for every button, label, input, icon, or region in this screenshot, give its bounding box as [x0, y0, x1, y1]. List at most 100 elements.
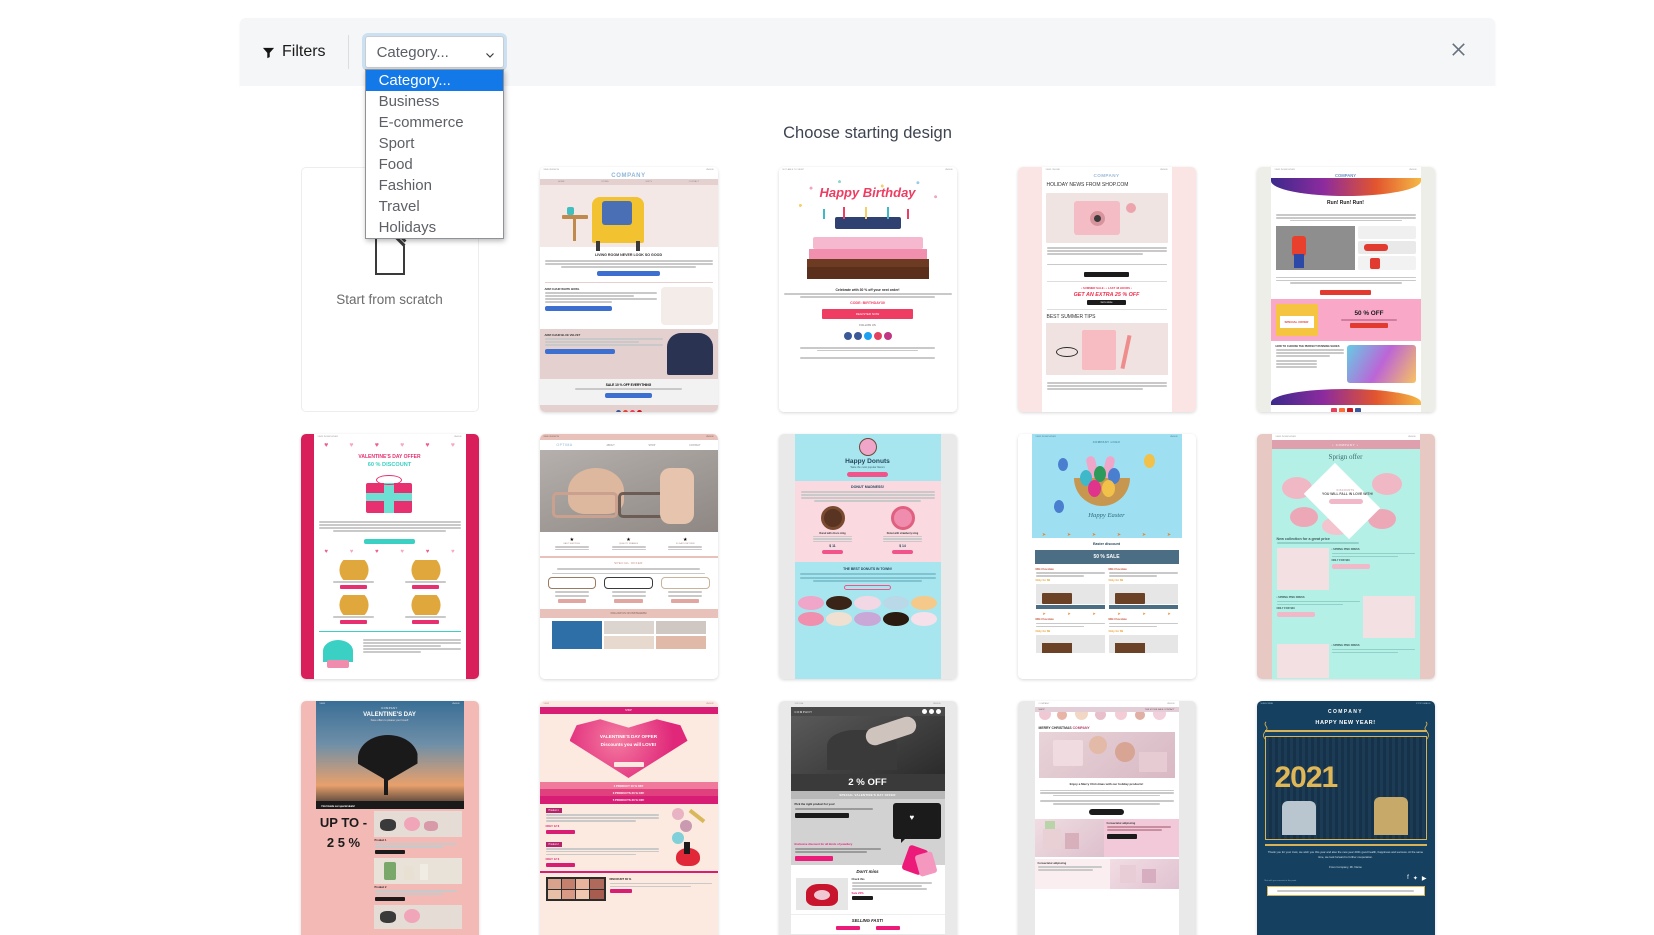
- thumb-sub: Taste the most popular flavors: [795, 466, 941, 469]
- thumb-item-2: Product 2: [375, 886, 461, 889]
- thumb-item: Consectetur adipiscing: [1107, 822, 1176, 825]
- thumb-promo: UP TO - 2 5 %: [316, 809, 372, 929]
- thumb-headline: VALENTINE'S DAY OFFER: [314, 454, 466, 460]
- twitter-icon: ✦: [1413, 875, 1418, 882]
- thumb-item-3: Milk Chocolate: [1036, 618, 1105, 621]
- thumb-block-title-2: Exclusive discount for all kinds of jewe…: [795, 843, 891, 847]
- template-thumb: VIEW IN BROWSERUNSUB COMPANY Run! Run! R…: [1257, 167, 1435, 412]
- thumb-headline: LIVING ROOM NEVER LOOK SO GOOD: [545, 253, 713, 257]
- category-select[interactable]: Category...: [365, 36, 504, 68]
- dropdown-option-0[interactable]: Category...: [366, 70, 503, 91]
- template-card-spring-offer[interactable]: VIEW IN BROWSERUNSUB • COMPANY • Sprign …: [1257, 434, 1435, 679]
- template-card-happy-birthday[interactable]: NOT ABLE TO VIEW?UNSUB Happy Birthday: [779, 167, 957, 412]
- thumb-tier-3: 5 PRODUCTS 30 % OFF: [540, 796, 718, 803]
- thumb-sub: Discounts you will LOVE!: [587, 742, 671, 748]
- template-thumb: NOT ABLE TO VIEW?UNSUB Happy Birthday: [779, 167, 957, 412]
- thumb-promo-kicker: • SUMMER SALE • • LAST 48 HOURS •: [1042, 286, 1172, 290]
- thumb-headline: Happy Easter: [1032, 512, 1182, 519]
- thumb-section: New collection for a great price: [1277, 537, 1330, 541]
- dropdown-option-4[interactable]: Food: [366, 154, 503, 175]
- thumb-item: • SPRING PINK DRESS: [1332, 548, 1415, 551]
- thumb-sub: Celebrate with 30 % off your next order!: [784, 288, 952, 292]
- thumb-section: DISCOUNT 30 %: [610, 877, 712, 881]
- thumb-brand: COMPANY: [316, 707, 464, 710]
- thumb-footer-banner: SALE 10 % OFF EVERYTHING: [540, 383, 718, 387]
- dropdown-option-5[interactable]: Fashion: [366, 175, 503, 196]
- thumb-price-label: Sale 20%: [852, 891, 940, 895]
- template-card-valentines-love-discounts[interactable]: VIEWUNSUB SHOP VALENTINE'S DAY OFFER Dis…: [540, 701, 718, 935]
- thumb-sub: Save offers to please your loved!: [316, 719, 464, 722]
- thumb-section: DONUT MADNESS!: [801, 485, 935, 489]
- template-card-happy-easter[interactable]: VIEW IN BROWSERUNSUB COMPANY LOGO: [1018, 434, 1196, 679]
- thumb-promo: GET AN EXTRA 25 % OFF: [1042, 292, 1172, 298]
- template-card-happy-donuts[interactable]: Happy Donuts Taste the most popular flav…: [779, 434, 957, 679]
- thumb-code: CODE: BIRTHDAY30: [784, 301, 952, 305]
- thumb-headline: VALENTINE'S DAY: [316, 712, 464, 718]
- template-picker-screen: Filters Category... Category... Business…: [0, 0, 1654, 935]
- close-icon: [1449, 40, 1468, 64]
- dropdown-option-2[interactable]: E-commerce: [366, 112, 503, 133]
- dropdown-option-6[interactable]: Travel: [366, 196, 503, 217]
- dropdown-option-7[interactable]: Holidays: [366, 217, 503, 238]
- thumb-section2: BEST SUMMER TIPS: [1042, 314, 1172, 320]
- thumb-headline: HOLIDAY NEWS FROM SHOP.COM: [1042, 178, 1172, 193]
- thumb-brand: • COMPANY •: [1272, 440, 1420, 449]
- template-thumb: VIEWUNSUB COMPANY VALENTINE'S DAY Save o…: [301, 701, 479, 935]
- template-card-valentines-60-discount[interactable]: VIEW IN BROWSERUNSUB ♥♥♥♥♥♥ VALENTINE'S …: [301, 434, 479, 679]
- thumb-price-label: Only for $9: [1036, 578, 1105, 582]
- thumb-headline: Sprign offer: [1272, 449, 1420, 461]
- thumb-section: SPECIAL OFFER: [540, 558, 718, 568]
- thumb-cta: REGISTER NOW: [822, 309, 913, 319]
- thumb-tier-2: 3 PRODUCTS 20 % OFF: [540, 789, 718, 796]
- category-filter[interactable]: Category... Category... Business E-comme…: [365, 36, 504, 68]
- template-thumb: VIEW IN BROWSERUNSUB COMPANY LOGO: [1018, 434, 1196, 679]
- thumb-headline: 2 % OFF: [791, 777, 945, 788]
- template-thumb: VIEW IN BROWSERUNSUB • COMPANY • Sprign …: [1257, 434, 1435, 679]
- template-card-valentines-heart-tree[interactable]: VIEWUNSUB COMPANY VALENTINE'S DAY Save o…: [301, 701, 479, 935]
- template-card-run-sport[interactable]: VIEW IN BROWSERUNSUB COMPANY Run! Run! R…: [1257, 167, 1435, 412]
- dropdown-option-3[interactable]: Sport: [366, 133, 503, 154]
- facebook-icon: f: [1407, 875, 1409, 882]
- thumb-item-2: • SPRING PINK DRESS: [1277, 596, 1360, 599]
- thumb-block-title: ARM CHAIR WHITE BOWL: [545, 287, 657, 291]
- template-card-eyewear-optical[interactable]: WEB VERSIONUNSUB OPTIMA ABOUTSHOPCONTACT…: [540, 434, 718, 679]
- thumb-brand: OPTIMA: [556, 443, 572, 447]
- start-from-scratch-label: Start from scratch: [336, 292, 443, 307]
- thumb-section2: THE BEST DONUTS IN TOWN!: [800, 567, 936, 571]
- close-button[interactable]: [1445, 39, 1471, 65]
- thumb-badge: SPECIAL OFFER: [1280, 316, 1314, 328]
- thumb-item-2: Consectetur adipiscing: [1038, 862, 1107, 865]
- thumb-block-title: Pick the right product for you!: [795, 803, 889, 807]
- template-card-holiday-news-shop[interactable]: VIEW ONLINEUNSUB COMPANY HOLIDAY NEWS FR…: [1018, 167, 1196, 412]
- thumb-price-2: $ 14: [871, 544, 935, 548]
- thumb-promo: 50 % SALE: [1035, 550, 1179, 564]
- thumb-promo: 50 % OFF: [1323, 310, 1416, 317]
- thumb-price-label: ONLY FOR $29: [1332, 559, 1415, 562]
- template-card-happy-new-year-2021[interactable]: SUBSCRIBESTOP EMAILS COMPANY HAPPY NEW Y…: [1257, 701, 1435, 935]
- thumb-section: Easter discount: [1032, 538, 1182, 550]
- template-card-furniture-company[interactable]: WEB VERSIONUNSUB COMPANY HOMESTOREGIFTSC…: [540, 167, 718, 412]
- filters-label: Filters: [262, 35, 349, 69]
- thumb-item-4: Milk Chocolate: [1109, 618, 1178, 621]
- category-dropdown-list[interactable]: Category... Business E-commerce Sport Fo…: [365, 69, 504, 239]
- thumb-tier: 1 PRODUCT 10 % OFF: [540, 782, 718, 789]
- dropdown-option-1[interactable]: Business: [366, 91, 503, 112]
- template-thumb: SUBSCRIBESTOP EMAILS COMPANY HAPPY NEW Y…: [1257, 701, 1435, 935]
- template-thumb: VIEW IN BROWSERUNSUB ♥♥♥♥♥♥ VALENTINE'S …: [301, 434, 479, 679]
- template-thumb: COMPANYUNSUB SHOPTHE STORE SALE CONTACT …: [1018, 701, 1196, 935]
- filter-toolbar: Filters Category... Category... Business…: [240, 18, 1495, 86]
- thumb-body: Thank you for your trust, we wish you th…: [1257, 850, 1435, 860]
- thumb-cta: Go to store: [1087, 300, 1126, 305]
- template-card-merry-christmas[interactable]: COMPANYUNSUB SHOPTHE STORE SALE CONTACT …: [1018, 701, 1196, 935]
- thumb-item: Milk Chocolate: [1036, 568, 1105, 571]
- new-document-icon: [373, 236, 407, 276]
- thumb-headline: VALENTINE'S DAY OFFER: [540, 734, 718, 739]
- thumb-headline: Happy Donuts: [795, 458, 941, 465]
- template-thumb: WEB VERSIONUNSUB COMPANY HOMESTOREGIFTSC…: [540, 167, 718, 412]
- thumb-price: $ 11: [801, 544, 865, 548]
- template-card-valentines-20-off[interactable]: SPECIALUNSUB COMPANY 2 % OFF SPECIAL: [779, 701, 957, 935]
- thumb-item: Product 1: [375, 839, 461, 842]
- thumb-sub: 60 % DISCOUNT: [314, 462, 466, 468]
- funnel-icon: [262, 46, 275, 59]
- template-thumb: SPECIALUNSUB COMPANY 2 % OFF SPECIAL: [779, 701, 957, 935]
